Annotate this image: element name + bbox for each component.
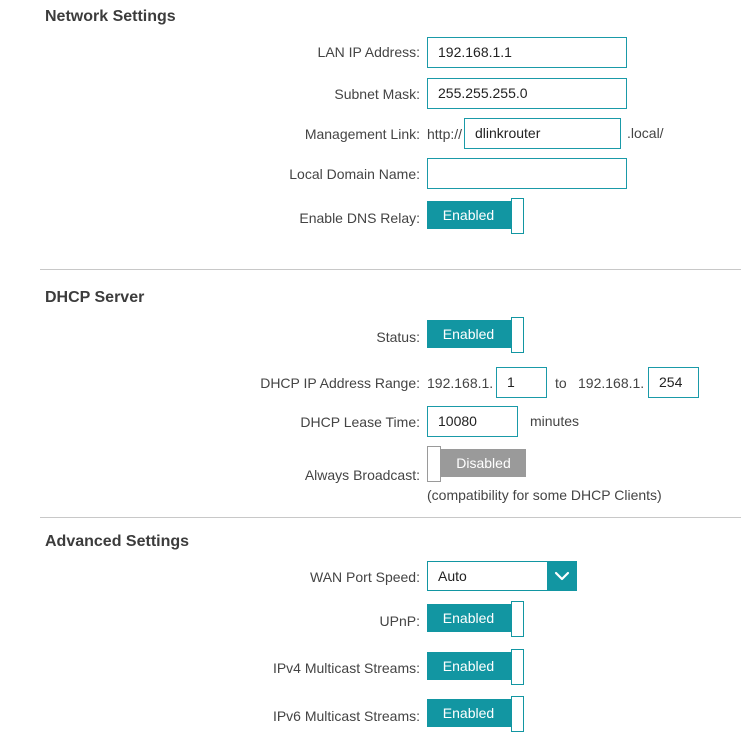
ipv6-multicast-state: Enabled	[427, 699, 512, 727]
ipv6-multicast-toggle[interactable]: Enabled	[427, 696, 527, 734]
section-divider	[40, 517, 741, 518]
wan-port-speed-select[interactable]: Auto	[427, 561, 577, 591]
wan-port-speed-label: WAN Port Speed:	[310, 569, 420, 585]
upnp-label: UPnP:	[379, 613, 420, 629]
always-broadcast-state: Disabled	[441, 449, 526, 477]
always-broadcast-toggle[interactable]: Disabled	[427, 446, 527, 484]
dns-relay-label: Enable DNS Relay:	[299, 210, 420, 226]
toggle-knob	[511, 198, 524, 234]
always-broadcast-note: (compatibility for some DHCP Clients)	[427, 487, 662, 503]
toggle-knob	[511, 601, 524, 637]
dhcp-lease-input[interactable]: 10080	[427, 406, 518, 437]
network-settings-heading: Network Settings	[45, 8, 176, 25]
advanced-settings-heading: Advanced Settings	[45, 533, 190, 550]
toggle-knob	[511, 649, 524, 685]
dhcp-range-label: DHCP IP Address Range:	[260, 375, 420, 391]
section-divider	[40, 269, 741, 270]
ipv4-multicast-toggle[interactable]: Enabled	[427, 649, 527, 687]
dhcp-status-label: Status:	[376, 329, 420, 345]
toggle-knob	[511, 696, 524, 732]
management-link-label: Management Link:	[304, 126, 420, 142]
dhcp-lease-unit: minutes	[530, 413, 580, 429]
toggle-knob	[427, 446, 441, 482]
management-link-input[interactable]: dlinkrouter	[464, 118, 621, 149]
dhcp-range-start-prefix: 192.168.1.	[427, 375, 494, 391]
upnp-state: Enabled	[427, 604, 512, 632]
upnp-toggle[interactable]: Enabled	[427, 601, 527, 639]
lan-ip-label: LAN IP Address:	[317, 44, 420, 60]
local-domain-input[interactable]	[427, 158, 627, 189]
subnet-mask-input[interactable]: 255.255.255.0	[427, 78, 627, 109]
ipv4-multicast-label: IPv4 Multicast Streams:	[272, 660, 420, 676]
toggle-knob	[511, 317, 524, 353]
dhcp-server-heading: DHCP Server	[45, 289, 145, 306]
lan-ip-input[interactable]: 192.168.1.1	[427, 37, 627, 68]
dhcp-range-start-input[interactable]: 1	[496, 367, 547, 398]
dhcp-status-state: Enabled	[427, 320, 512, 348]
always-broadcast-label: Always Broadcast:	[304, 467, 420, 483]
dhcp-lease-label: DHCP Lease Time:	[300, 414, 420, 430]
management-link-prefix: http://	[427, 126, 463, 142]
dhcp-status-toggle[interactable]: Enabled	[427, 317, 527, 355]
dns-relay-toggle[interactable]: Enabled	[427, 198, 527, 236]
subnet-mask-label: Subnet Mask:	[334, 86, 420, 102]
chevron-down-icon[interactable]	[547, 561, 577, 591]
dhcp-range-end-prefix: 192.168.1.	[578, 375, 645, 391]
dhcp-range-end-input[interactable]: 254	[648, 367, 699, 398]
wan-port-speed-value: Auto	[438, 568, 467, 584]
local-domain-label: Local Domain Name:	[289, 166, 420, 182]
management-link-suffix: .local/	[627, 125, 664, 141]
dns-relay-state: Enabled	[427, 201, 512, 229]
dhcp-range-to: to	[555, 375, 567, 391]
ipv6-multicast-label: IPv6 Multicast Streams:	[272, 708, 420, 724]
ipv4-multicast-state: Enabled	[427, 652, 512, 680]
